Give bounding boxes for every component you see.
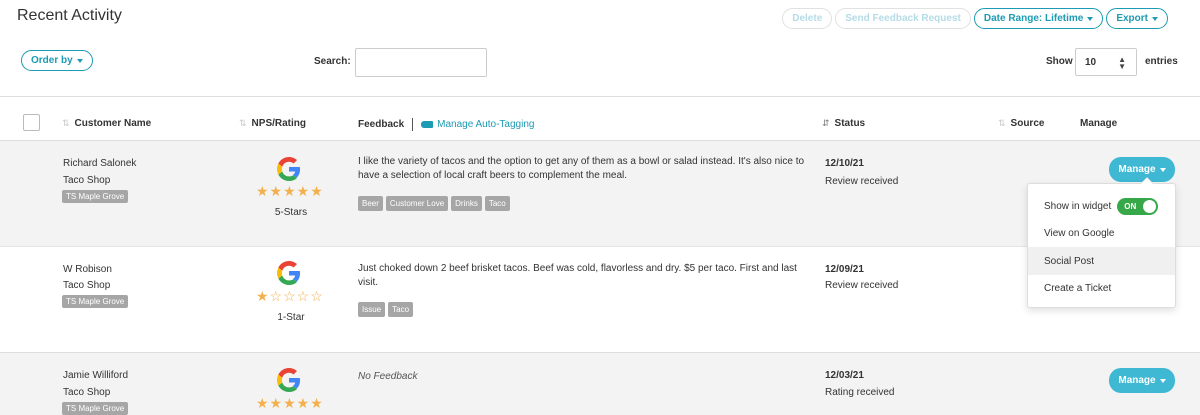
- search-input[interactable]: [355, 48, 487, 77]
- feedback-text: No Feedback: [358, 371, 418, 382]
- column-label: Source: [1010, 118, 1045, 129]
- date-range-label: Date Range: Lifetime: [983, 13, 1084, 24]
- column-header-source[interactable]: ⇅ Source: [998, 118, 1044, 129]
- order-by-label: Order by: [31, 55, 73, 66]
- tag-badge: Customer Love: [385, 196, 449, 211]
- table-row: W Robison Taco Shop TS Maple Grove ★☆☆☆☆…: [0, 246, 1200, 352]
- feedback-tags: Issue Taco: [358, 302, 414, 317]
- table-header: ⇅ Customer Name ⇅ NPS/Rating Feedback Manag…: [0, 96, 1200, 141]
- tag-badge: Issue: [358, 302, 386, 317]
- manage-auto-tagging-link[interactable]: Manage Auto-Tagging: [421, 119, 534, 130]
- column-label: Feedback: [358, 119, 405, 131]
- show-in-widget-label: Show in widget: [1044, 200, 1112, 212]
- google-icon: [277, 261, 301, 285]
- date-range-dropdown[interactable]: Date Range: Lifetime: [973, 8, 1104, 29]
- page-title: Recent Activity: [17, 7, 122, 24]
- sort-desc-icon: ⇵: [822, 118, 830, 128]
- social-post-item[interactable]: Social Post: [1028, 247, 1175, 275]
- location-badge: TS Maple Grove: [62, 190, 129, 203]
- column-label: Customer Name: [74, 118, 152, 129]
- entries-select[interactable]: 10 ▲ ▼: [1075, 48, 1137, 76]
- column-header-manage: Manage: [1080, 118, 1118, 129]
- chevron-down-icon: [1159, 378, 1166, 383]
- chevron-down-icon: [1152, 16, 1158, 21]
- order-by-button[interactable]: Order by: [21, 50, 93, 71]
- google-icon: [277, 157, 301, 181]
- updown-arrows-icon: ▲ ▼: [1118, 55, 1126, 71]
- status-text: Review received: [825, 176, 899, 187]
- chevron-down-icon: [1159, 167, 1166, 172]
- star-rating: ★★★★★: [256, 395, 324, 411]
- tag-badge: Drinks: [451, 196, 482, 211]
- google-icon: [277, 368, 301, 392]
- toggle-knob: [1143, 199, 1157, 213]
- sort-icon: ⇅: [239, 118, 247, 128]
- tag-badge: Beer: [358, 196, 383, 211]
- manage-dropdown-menu: Show in widget ON View on Google Social …: [1027, 177, 1176, 308]
- rating-label: 1-Star: [277, 312, 305, 323]
- column-header-customer-name[interactable]: ⇅ Customer Name: [62, 118, 151, 129]
- feedback-text: I like the variety of tacos and the opti…: [358, 156, 805, 181]
- chevron-down-icon: [76, 58, 83, 63]
- send-feedback-request-button[interactable]: Send Feedback Request: [835, 8, 971, 29]
- feedback-text: Just choked down 2 beef brisket tacos. B…: [358, 263, 797, 288]
- toolbar: Delete Send Feedback Request Date Range:…: [782, 8, 1168, 29]
- customer-name: Jamie Williford: [63, 370, 129, 381]
- column-label: Status: [834, 118, 866, 129]
- show-in-widget-toggle[interactable]: ON: [1117, 197, 1159, 215]
- view-on-google-item[interactable]: View on Google: [1028, 219, 1175, 247]
- business-name: Taco Shop: [63, 387, 111, 398]
- search-label: Search:: [314, 56, 351, 67]
- status-date: 12/09/21: [825, 264, 864, 275]
- delete-button[interactable]: Delete: [782, 8, 833, 29]
- tag-badge: Taco: [388, 302, 414, 317]
- business-name: Taco Shop: [63, 280, 111, 291]
- manage-auto-tagging-label: Manage Auto-Tagging: [437, 119, 535, 131]
- feedback-tags: Beer Customer Love Drinks Taco: [358, 196, 510, 211]
- column-label: NPS/Rating: [251, 118, 306, 129]
- tag-icon: [421, 121, 434, 128]
- customer-name: W Robison: [63, 264, 112, 275]
- create-ticket-item[interactable]: Create a Ticket: [1028, 274, 1175, 302]
- column-header-feedback: Feedback Manage Auto-Tagging: [358, 118, 534, 131]
- divider: [412, 118, 414, 131]
- column-header-status[interactable]: ⇵ Status: [822, 118, 865, 129]
- show-label: Show: [1046, 56, 1073, 67]
- manage-label: Manage: [1118, 164, 1156, 175]
- entries-value: 10: [1085, 56, 1097, 68]
- tag-badge: Taco: [484, 196, 510, 211]
- location-badge: TS Maple Grove: [62, 402, 129, 415]
- export-dropdown[interactable]: Export: [1106, 8, 1168, 29]
- status-date: 12/03/21: [825, 370, 864, 381]
- star-rating: ★★★★★: [256, 183, 324, 199]
- manage-label: Manage: [1118, 375, 1156, 386]
- sort-icon: ⇅: [62, 118, 70, 128]
- entries-label: entries: [1145, 56, 1178, 67]
- export-label: Export: [1116, 13, 1148, 24]
- column-header-nps-rating[interactable]: ⇅ NPS/Rating: [239, 118, 306, 129]
- status-date: 12/10/21: [825, 158, 864, 169]
- manage-button[interactable]: Manage: [1109, 368, 1175, 393]
- select-all-checkbox[interactable]: [23, 114, 40, 131]
- chevron-down-icon: [1087, 16, 1094, 21]
- status-text: Rating received: [825, 387, 895, 398]
- table-row: Richard Salonek Taco Shop TS Maple Grove…: [0, 141, 1200, 246]
- sort-icon: ⇅: [998, 118, 1006, 128]
- rating-label: 5-Stars: [274, 207, 308, 218]
- location-badge: TS Maple Grove: [62, 295, 129, 308]
- show-in-widget-item[interactable]: Show in widget ON: [1028, 192, 1175, 220]
- star-rating: ★☆☆☆☆: [256, 288, 324, 304]
- customer-name: Richard Salonek: [63, 158, 137, 169]
- toggle-label: ON: [1124, 201, 1137, 211]
- status-text: Review received: [825, 280, 899, 291]
- business-name: Taco Shop: [63, 175, 111, 186]
- table-row: Jamie Williford Taco Shop TS Maple Grove…: [0, 352, 1200, 415]
